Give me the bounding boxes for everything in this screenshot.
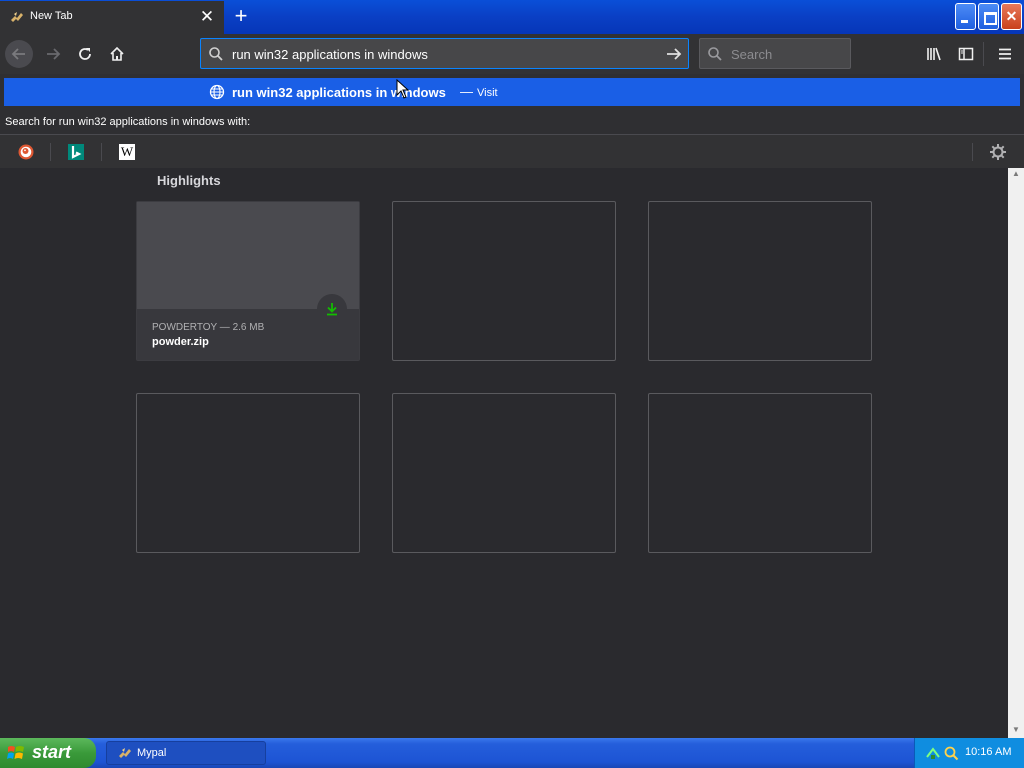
start-button[interactable]: start [0,738,96,768]
gear-icon [990,144,1006,160]
taskbar-item-mypal[interactable]: Mypal [106,741,266,765]
search-input[interactable] [731,45,841,63]
duckduckgo-icon [18,144,34,160]
search-with-header: Search for run win32 applications in win… [5,116,251,128]
engine-duckduckgo-button[interactable] [2,141,50,163]
url-input[interactable] [232,45,652,63]
search-settings-button[interactable] [985,141,1011,163]
download-badge [317,294,347,324]
bing-icon [68,144,84,160]
taskbar-item-label: Mypal [137,747,167,759]
tab-close-icon[interactable]: ✕ [199,7,215,27]
mypal-icon [119,748,131,758]
hamburger-menu-icon [999,48,1011,60]
search-tray-icon[interactable] [943,745,959,761]
new-tab-page: Highlights POWDERTOY — 2.6 MB powder.zip [0,168,1008,738]
library-icon [927,47,941,61]
network-icon[interactable] [925,745,941,761]
autocomplete-action-label: Visit [477,87,498,99]
library-button[interactable] [920,40,948,68]
arrow-right-icon [47,48,61,60]
start-label: start [32,742,72,762]
mouse-cursor-icon [396,79,410,99]
close-window-button[interactable] [1001,3,1022,30]
tab-new-tab[interactable]: New Tab ✕ [0,1,224,34]
tab-title: New Tab [30,10,73,22]
engine-separator [101,143,102,161]
new-tab-button[interactable]: + [229,4,253,28]
highlight-card-empty [392,393,616,553]
home-icon [110,46,124,61]
url-autocomplete-popup: run win32 applications in windows — Visi… [0,74,1024,168]
clock: 10:16 AM [965,746,1012,758]
download-icon [327,303,337,316]
highlight-card-empty [392,201,616,361]
system-tray: 10:16 AM [914,738,1024,768]
highlight-card-empty [648,393,872,553]
wikipedia-icon: W [119,144,135,160]
windows-logo-icon [7,746,24,759]
go-arrow-icon[interactable] [664,44,684,64]
home-button[interactable] [103,40,131,68]
engine-bing-button[interactable] [52,141,100,163]
card-filename: powder.zip [152,336,209,348]
sidebar-icon [958,47,974,61]
autocomplete-title: run win32 applications in windows [232,85,446,100]
reload-icon [79,48,91,60]
toolbar-divider [983,42,984,66]
search-icon [209,47,223,61]
navigation-toolbar [0,34,1024,74]
sidebar-button[interactable] [952,40,980,68]
one-off-search-bar: W [0,134,1024,168]
forward-button[interactable] [39,40,67,68]
windows-taskbar: start Mypal 10:16 AM [0,738,1024,768]
search-bar[interactable] [699,38,851,69]
highlight-card-empty [648,201,872,361]
globe-icon [209,84,225,100]
engine-separator [972,143,973,161]
vertical-scrollbar[interactable]: ▲ ▼ [1008,168,1024,738]
arrow-left-icon [11,48,25,60]
highlights-heading: Highlights [157,173,221,188]
search-icon [708,47,722,61]
highlight-card-empty [136,393,360,553]
scroll-down-arrow-icon[interactable]: ▼ [1008,724,1024,736]
card-thumbnail [137,202,359,309]
engine-separator [50,143,51,161]
reload-button[interactable] [71,40,99,68]
maximize-button[interactable] [978,3,999,30]
highlight-card-download[interactable]: POWDERTOY — 2.6 MB powder.zip [136,201,360,361]
minimize-button[interactable] [955,3,976,30]
engine-wikipedia-button[interactable]: W [103,141,151,163]
tab-strip: New Tab ✕ + [0,0,1024,34]
card-meta: POWDERTOY — 2.6 MB [152,322,265,333]
back-button[interactable] [5,40,33,68]
mypal-icon [11,12,23,22]
menu-button[interactable] [991,40,1019,68]
autocomplete-separator: — [460,84,473,99]
autocomplete-result[interactable]: run win32 applications in windows — Visi… [4,78,1020,106]
scroll-up-arrow-icon[interactable]: ▲ [1008,168,1024,180]
url-bar[interactable] [200,38,689,69]
